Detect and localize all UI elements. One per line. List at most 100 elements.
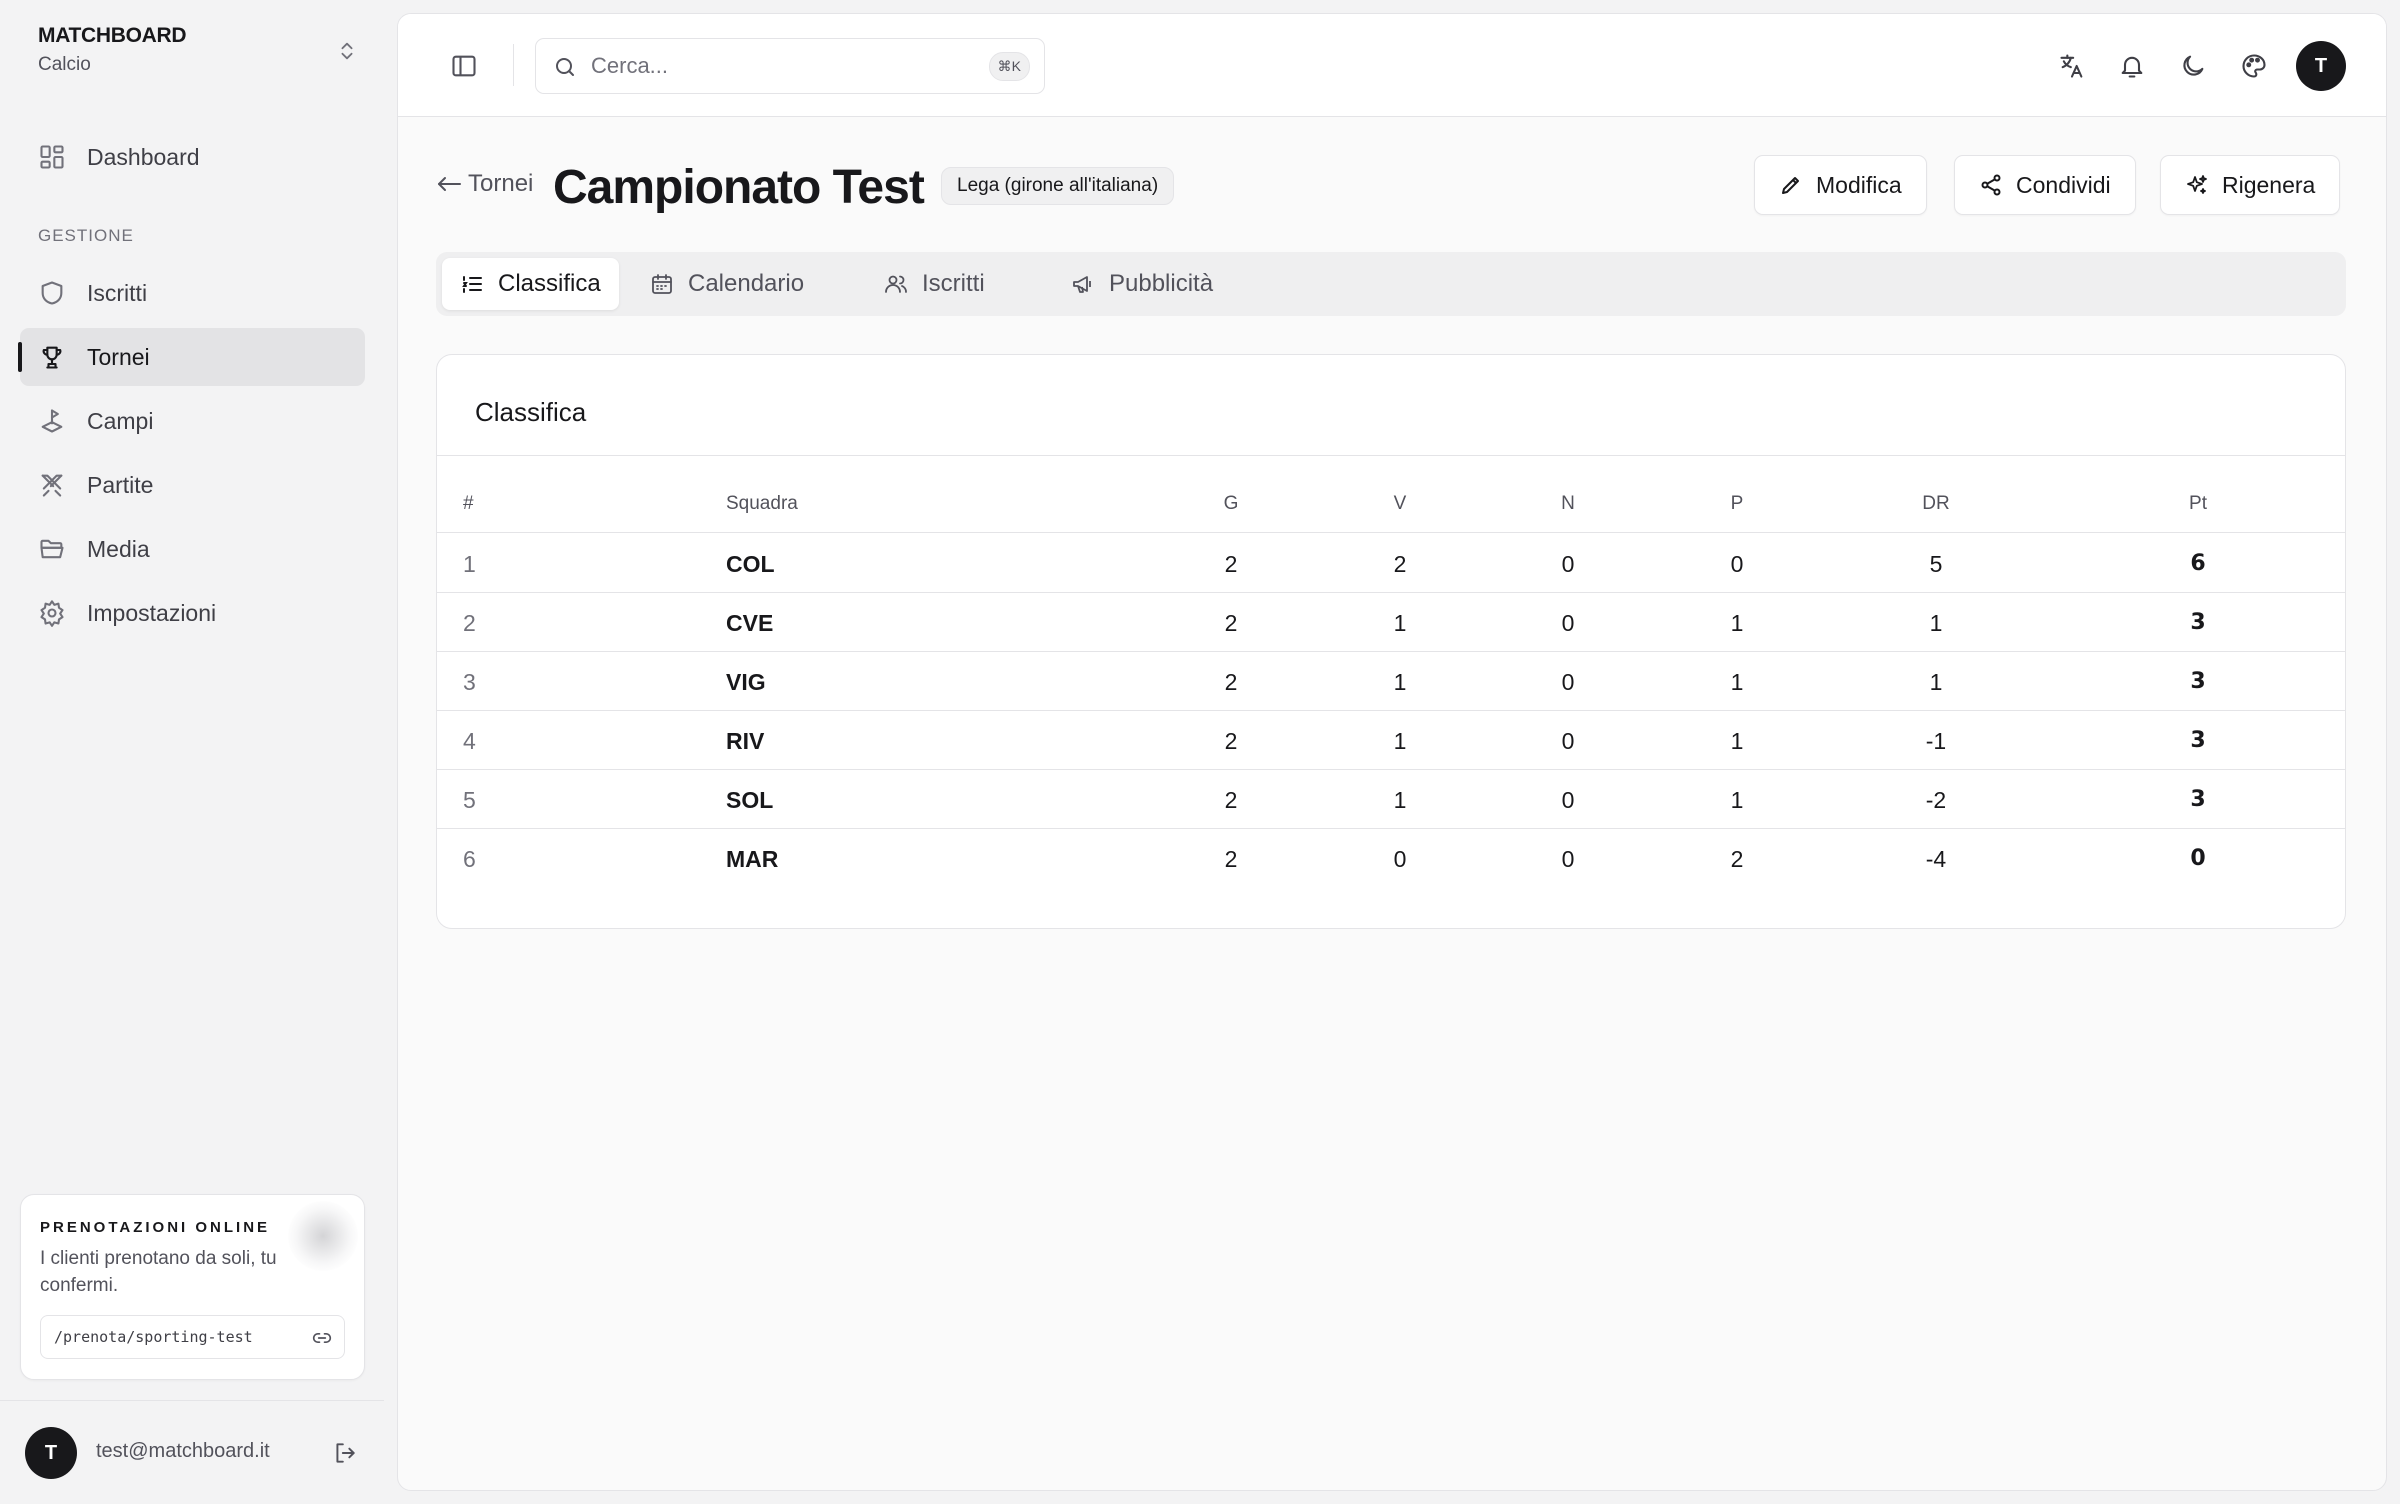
logout-icon[interactable]: [332, 1440, 358, 1466]
sidebar-item-iscritti[interactable]: Iscritti: [20, 264, 365, 322]
cell-played: 2: [1224, 610, 1238, 636]
top-bar: ⌘K T: [398, 14, 2386, 117]
cell-drawn: 0: [1561, 728, 1575, 754]
sidebar-item-campi[interactable]: Campi: [20, 392, 365, 450]
cell-points: 3: [2190, 728, 2206, 753]
cell-goal-diff: 1: [1929, 669, 1943, 695]
chevrons-up-down-icon: [341, 42, 353, 60]
edit-button-label: Modifica: [1816, 171, 1902, 198]
cell-won: 0: [1393, 846, 1407, 872]
standings-card: Classifica # Squadra G V N P DR Pt 1 COL…: [436, 354, 2346, 929]
share-button[interactable]: Condividi: [1954, 155, 2136, 215]
cell-rank: 3: [463, 669, 476, 695]
edit-button[interactable]: Modifica: [1754, 155, 1927, 215]
megaphone-icon: [1073, 276, 1091, 293]
cell-rank: 4: [463, 728, 476, 754]
cell-goal-diff: -2: [1925, 787, 1947, 813]
search-shortcut: ⌘K: [988, 52, 1030, 81]
cell-played: 2: [1224, 787, 1238, 813]
bell-icon[interactable]: [2118, 52, 2146, 80]
swords-icon: [41, 474, 63, 497]
cell-lost: 2: [1730, 846, 1744, 872]
sidebar-item-label: Iscritti: [87, 279, 148, 306]
cell-drawn: 0: [1561, 610, 1575, 636]
sidebar-item-partite[interactable]: Partite: [20, 456, 365, 514]
palette-icon[interactable]: [2240, 52, 2268, 80]
cell-won: 1: [1393, 669, 1407, 695]
link-icon[interactable]: [312, 1328, 332, 1348]
cell-team: MAR: [726, 846, 779, 872]
table-row[interactable]: 3 VIG 2 1 0 1 1 3: [437, 652, 2345, 711]
translate-icon[interactable]: [2058, 52, 2086, 80]
regenerate-button-label: Rigenera: [2222, 171, 2316, 198]
table-row[interactable]: 4 RIV 2 1 0 1 -1 3: [437, 711, 2345, 770]
cell-goal-diff: -4: [1925, 846, 1947, 872]
online-booking-card: PRENOTAZIONI ONLINE I clienti prenotano …: [20, 1194, 365, 1380]
sidebar-toggle-icon[interactable]: [450, 52, 478, 80]
back-link-label: Tornei: [468, 170, 534, 197]
table-row[interactable]: 5 SOL 2 1 0 1 -2 3: [437, 770, 2345, 829]
regenerate-button[interactable]: Rigenera: [2160, 155, 2341, 215]
cell-lost: 1: [1730, 787, 1744, 813]
col-team: Squadra: [726, 493, 798, 514]
promo-title: PRENOTAZIONI ONLINE: [40, 1219, 271, 1236]
tab-iscritti[interactable]: Iscritti: [866, 258, 1003, 310]
calendar-icon: [652, 274, 672, 294]
sidebar-item-label: Media: [87, 535, 150, 562]
cell-lost: 0: [1730, 551, 1744, 577]
moon-icon[interactable]: [2179, 52, 2207, 80]
booking-link-text: /prenota/sporting-test: [54, 1328, 253, 1346]
col-played: G: [1223, 493, 1239, 514]
user-email: test@matchboard.it: [96, 1440, 270, 1462]
table-row[interactable]: 1 COL 2 2 0 0 5 6: [437, 534, 2345, 593]
sidebar-item-label: Partite: [87, 471, 154, 498]
back-to-tournaments-link[interactable]: Tornei: [436, 170, 533, 198]
col-points: Pt: [2189, 493, 2207, 514]
search-icon: [556, 58, 574, 76]
cell-won: 1: [1393, 610, 1407, 636]
shield-icon: [41, 281, 63, 305]
page-title: Campionato Test: [553, 161, 925, 214]
booking-link[interactable]: /prenota/sporting-test: [40, 1315, 345, 1359]
folder-icon: [40, 539, 64, 559]
cell-points: 6: [2190, 551, 2206, 576]
table-row[interactable]: 6 MAR 2 0 0 2 -4 0: [437, 829, 2345, 888]
cell-team: RIV: [726, 728, 765, 754]
sidebar-item-dashboard[interactable]: Dashboard: [20, 128, 365, 186]
search-box[interactable]: ⌘K: [535, 38, 1045, 94]
cell-won: 1: [1393, 728, 1407, 754]
nav-section-title: GESTIONE: [38, 226, 134, 245]
workspace-switcher[interactable]: MATCHBOARD Calcio: [38, 24, 358, 80]
cell-won: 2: [1393, 551, 1407, 577]
tab-label: Classifica: [498, 270, 601, 297]
tab-pubblicita[interactable]: Pubblicità: [1053, 258, 1231, 310]
trophy-icon: [42, 346, 62, 369]
sidebar-item-tornei[interactable]: Tornei: [18, 328, 365, 386]
promo-text: I clienti prenotano da soli, tu confermi…: [40, 1248, 277, 1296]
cell-lost: 1: [1730, 728, 1744, 754]
search-input[interactable]: [591, 39, 971, 93]
tab-calendario[interactable]: Calendario: [632, 258, 822, 310]
col-rank: #: [463, 493, 474, 514]
user-avatar[interactable]: T: [25, 1427, 77, 1479]
cell-rank: 6: [463, 846, 476, 872]
tab-classifica[interactable]: Classifica: [442, 258, 619, 310]
brand-name: MATCHBOARD: [38, 24, 187, 47]
sidebar-item-label: Dashboard: [87, 143, 200, 170]
account-avatar[interactable]: T: [2296, 41, 2346, 91]
pencil-icon: [1782, 177, 1799, 194]
sidebar-item-impostazioni[interactable]: Impostazioni: [20, 584, 365, 642]
cell-played: 2: [1224, 728, 1238, 754]
cell-goal-diff: -1: [1925, 728, 1947, 754]
sparkles-icon: [2187, 175, 2207, 194]
sidebar-item-label: Impostazioni: [87, 599, 217, 626]
cell-team: VIG: [726, 669, 766, 695]
cell-goal-diff: 5: [1929, 551, 1943, 577]
sidebar: MATCHBOARD Calcio Dashboard GESTIONE Isc…: [0, 0, 394, 1504]
sidebar-item-media[interactable]: Media: [20, 520, 365, 578]
active-indicator: [18, 342, 22, 372]
cell-played: 2: [1224, 551, 1238, 577]
cell-played: 2: [1224, 846, 1238, 872]
table-row[interactable]: 2 CVE 2 1 0 1 1 3: [437, 593, 2345, 652]
dashboard-icon: [40, 145, 64, 169]
